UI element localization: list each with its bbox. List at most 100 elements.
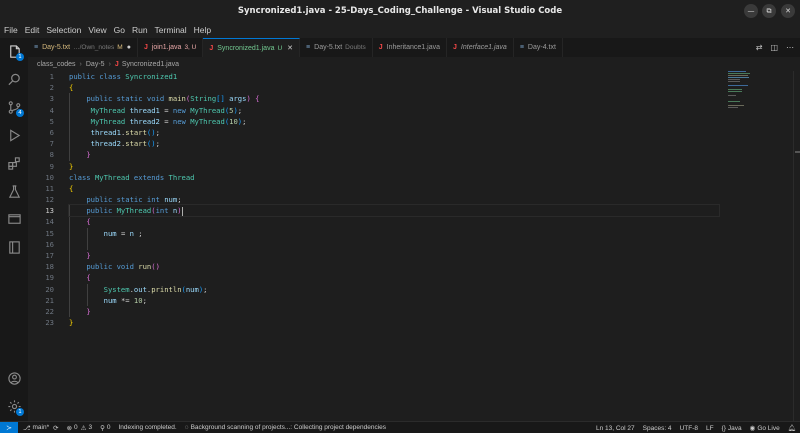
modified-dot-icon[interactable]: ● (127, 44, 131, 51)
tab-description: Doubts (345, 44, 366, 51)
tab-label: Day-5.txt (314, 44, 343, 51)
code-line[interactable]: thread1.start(); (69, 127, 719, 138)
eol-setting[interactable]: LF (706, 425, 714, 432)
menu-edit[interactable]: Edit (25, 25, 40, 35)
split-editor-icon[interactable]: ◫ (770, 43, 778, 52)
cursor-position[interactable]: Ln 13, Col 27 (596, 425, 635, 432)
menu-help[interactable]: Help (194, 25, 211, 35)
code-line[interactable]: System.out.println(num); (69, 284, 719, 295)
tab-interface1[interactable]: J Interface1.java (447, 38, 514, 57)
code-lines[interactable]: public class Syncronized1{ public static… (68, 71, 720, 328)
source-control-icon[interactable]: 4 (5, 98, 24, 117)
breadcrumb-folder[interactable]: class_codes (37, 61, 76, 68)
remote-explorer-icon[interactable] (5, 210, 23, 228)
menu-selection[interactable]: Selection (46, 25, 81, 35)
background-task-status[interactable]: ◌ Background scanning of projects...: Co… (185, 424, 386, 431)
java-file-icon: J (114, 60, 119, 68)
notebook-icon[interactable] (5, 238, 23, 256)
account-icon[interactable] (5, 369, 23, 387)
go-live-button[interactable]: ◉ Go Live (750, 424, 780, 433)
run-debug-icon[interactable] (5, 126, 23, 144)
line-number: 17 (45, 251, 54, 260)
braces-icon: {} (721, 424, 726, 432)
menu-terminal[interactable]: Terminal (155, 25, 187, 35)
tab-join1[interactable]: J join1.java 3, U (138, 38, 204, 57)
branch-name: main* (32, 424, 50, 431)
indexing-status: Indexing completed. (119, 424, 177, 431)
indentation-setting[interactable]: Spaces: 4 (643, 425, 672, 432)
encoding-setting[interactable]: UTF-8 (680, 425, 698, 432)
code-line[interactable]: { (69, 82, 719, 93)
breadcrumb-file[interactable]: Syncronized1.java (122, 61, 179, 68)
code-line[interactable]: MyThread thread2 = new MyThread(10); (69, 116, 719, 127)
code-line[interactable]: { (69, 272, 719, 283)
line-number: 19 (45, 273, 54, 283)
files-icon[interactable]: 1 (5, 42, 24, 61)
minimap-line (728, 89, 742, 90)
code-line[interactable]: public MyThread(int n) (68, 204, 720, 218)
code-line[interactable]: } (69, 317, 719, 328)
close-button[interactable]: ✕ (781, 4, 795, 18)
menu-go[interactable]: Go (114, 25, 125, 35)
line-number: 6 (49, 127, 54, 137)
line-number: 7 (49, 139, 54, 149)
menu-file[interactable]: File (4, 25, 18, 35)
code-line[interactable]: thread2.start(); (69, 138, 719, 149)
tab-inheritance1[interactable]: J Inheritance1.java (373, 38, 447, 57)
ports-status[interactable]: ⚲ 0 (100, 424, 110, 432)
code-line[interactable]: { (69, 216, 719, 227)
scrollbar-thumb[interactable] (795, 151, 800, 153)
line-number-current: 13 (45, 206, 54, 216)
tab-syncronized1[interactable]: J Syncronized1.java U ✕ (203, 38, 301, 57)
tab-day5-notes[interactable]: ≡ Day-5.txt …/Own_notes M ● (28, 38, 138, 57)
problems-status[interactable]: ⊗ 0 ⚠ 3 (67, 424, 93, 432)
code-line[interactable]: public static void main(String[] args) { (69, 93, 719, 104)
background-task-text: Background scanning of projects...: Coll… (190, 424, 387, 431)
testing-icon[interactable] (5, 182, 23, 200)
code-line[interactable] (69, 239, 719, 250)
sync-icon[interactable]: ⟳ (53, 424, 58, 432)
code-line[interactable]: num = n ; (69, 228, 719, 239)
minimap-line (728, 71, 746, 72)
code-line[interactable]: num *= 10; (69, 295, 719, 306)
text-cursor (181, 206, 183, 216)
code-line[interactable]: } (69, 161, 719, 172)
menu-run[interactable]: Run (132, 25, 148, 35)
tab-day5-doubts[interactable]: ≡ Day-5.txt Doubts (300, 38, 373, 57)
remote-indicator-icon[interactable]: ≻ (0, 421, 18, 433)
search-icon[interactable] (5, 70, 23, 88)
code-line[interactable]: { (69, 183, 719, 194)
language-mode[interactable]: {} Java (722, 425, 742, 432)
code-line[interactable]: class MyThread extends Thread (69, 172, 719, 183)
menu-view[interactable]: View (88, 25, 106, 35)
open-changes-icon[interactable]: ⇄ (756, 43, 763, 52)
tab-status: M (117, 44, 123, 51)
minimap[interactable] (720, 71, 792, 421)
code-line[interactable]: } (69, 306, 719, 317)
code-line[interactable]: } (69, 149, 719, 160)
notifications-bell-icon[interactable]: 🔔︎ (788, 424, 796, 432)
line-number: 18 (45, 262, 54, 272)
code-line[interactable]: public class Syncronized1 (69, 71, 719, 82)
warning-count: 3 (88, 424, 93, 431)
vertical-scrollbar[interactable] (793, 71, 800, 421)
tab-label: Inheritance1.java (386, 44, 440, 51)
branch-status[interactable]: ⎇ main* ⟳ (23, 424, 59, 432)
tab-label: Day-4.txt (527, 44, 556, 51)
minimap-line (728, 91, 742, 92)
code-line[interactable]: public static int num; (69, 194, 719, 205)
maximize-button[interactable]: ⧉ (762, 4, 776, 18)
code-line[interactable]: MyThread thread1 = new MyThread(5); (69, 105, 719, 116)
minimize-button[interactable]: — (744, 4, 758, 18)
breadcrumb-folder[interactable]: Day-5 (86, 61, 105, 68)
close-icon[interactable]: ✕ (287, 44, 293, 52)
tab-day4[interactable]: ≡ Day-4.txt (514, 38, 563, 57)
line-number: 3 (49, 94, 54, 104)
line-number: 12 (45, 195, 54, 205)
code-line[interactable]: } (69, 250, 719, 261)
code-editor[interactable]: 1 2 3 4 5 6 7 8 9 10 11 12 13 14 15 16 1… (28, 71, 720, 421)
settings-gear-icon[interactable]: 1 (5, 397, 24, 416)
code-line[interactable]: public void run() (69, 261, 719, 272)
extensions-icon[interactable] (5, 154, 23, 172)
more-actions-icon[interactable]: ⋯ (786, 43, 794, 52)
